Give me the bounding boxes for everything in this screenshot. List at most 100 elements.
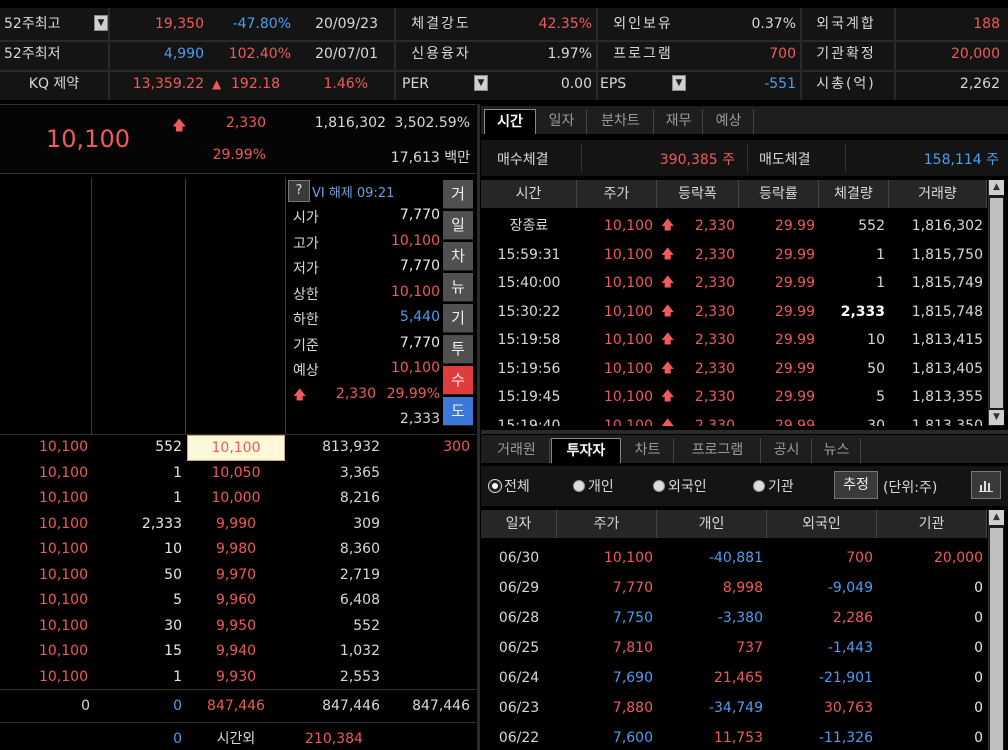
trade-price: 10,100 [39, 515, 88, 532]
info-value: 10,100 [391, 360, 440, 376]
trades-col-header: 시간 [481, 180, 577, 208]
investor-row: 06/29 7,770 8,998 -9,049 0 [481, 574, 987, 602]
help-button[interactable]: ? [288, 180, 310, 202]
info-label: 시가 [293, 210, 319, 226]
radio-option[interactable]: 개인 [573, 476, 614, 496]
tab-investor[interactable]: 공시 [762, 438, 812, 463]
tab-investor[interactable]: 뉴스 [813, 438, 861, 463]
radio-icon[interactable] [653, 480, 665, 492]
investor-date: 06/23 [498, 700, 540, 716]
side-tab[interactable]: 차 [443, 242, 473, 271]
bid-price[interactable]: 9,990 [187, 512, 285, 538]
dropdown-eps[interactable]: ▼ [672, 75, 686, 91]
trade-rate: 29.99 [774, 303, 815, 320]
trade-row: 15:40:00 10,100 🡅 2,330 29.99 1 1,815,749 [481, 269, 987, 297]
trade-row: 15:30:22 10,100 🡅 2,330 29.99 2,333 1,815,748 [481, 298, 987, 326]
investor-scrollbar[interactable]: ▲ [988, 510, 1004, 750]
scroll-up-button[interactable]: ▲ [989, 180, 1004, 195]
value-foreign-hold: 0.37% [751, 16, 796, 32]
investor-individual: 737 [736, 640, 763, 656]
bid-price[interactable]: 10,100 [187, 435, 285, 461]
trade-price: 10,100 [604, 417, 653, 426]
value-per: 0.00 [560, 76, 592, 92]
bid-price[interactable]: 10,000 [187, 486, 285, 512]
side-tab[interactable]: 도 [443, 397, 473, 426]
trade-price: 10,100 [39, 464, 88, 481]
trade-time: 15:30:22 [497, 303, 561, 320]
scroll-up-button[interactable]: ▲ [989, 510, 1004, 525]
radio-option[interactable]: 기관 [753, 476, 794, 496]
trade-volume: 1,813,415 [911, 332, 983, 348]
scroll-thumb[interactable] [990, 528, 1003, 750]
up-arrow-icon: 🡅 [172, 118, 187, 134]
trade-price: 10,100 [604, 389, 653, 405]
investor-individual: -3,380 [717, 610, 763, 626]
investor-row: 06/23 7,880 -34,749 30,763 0 [481, 694, 987, 722]
trade-time: 장종료 [509, 218, 549, 234]
value-sector-change: 192.18 [231, 76, 280, 92]
investor-individual: 11,753 [714, 730, 763, 746]
trades-scrollbar[interactable]: ▲ ▼ [988, 180, 1004, 426]
trade-row: 15:19:56 10,100 🡅 2,330 29.99 50 1,813,405 [481, 355, 987, 383]
trade-change: 2,330 [694, 332, 735, 348]
trade-amount: 17,613 백만 [390, 150, 470, 166]
trade-qty: 50 [164, 566, 182, 583]
radio-icon[interactable] [488, 479, 502, 493]
bid-price[interactable]: 9,960 [187, 588, 285, 614]
tab-trades[interactable]: 시간 [484, 109, 536, 134]
trade-price: 10,100 [604, 246, 653, 263]
trade-rate: 29.99 [774, 360, 815, 377]
side-tab[interactable]: 기 [443, 304, 473, 333]
trade-rate: 29.99 [774, 417, 815, 426]
tab-investor[interactable]: 프로그램 [675, 438, 761, 463]
tab-investor[interactable]: 차트 [622, 438, 674, 463]
tab-trades[interactable]: 분차트 [588, 109, 654, 134]
tab-trades[interactable]: 일자 [537, 109, 587, 134]
trades-col-header: 거래량 [889, 180, 987, 208]
scroll-thumb[interactable] [990, 198, 1003, 408]
orderbook-row: 10,100 1 9,930 2,553 [0, 665, 476, 691]
side-tab[interactable]: 일 [443, 211, 473, 240]
investor-institution: 0 [974, 580, 983, 596]
tab-investor[interactable]: 거래원 [484, 438, 550, 463]
radio-icon[interactable] [753, 480, 765, 492]
tab-trades[interactable]: 재무 [655, 109, 703, 134]
bid-price[interactable]: 9,930 [187, 665, 285, 691]
trade-time: 15:19:45 [497, 389, 561, 405]
trade-row: 15:19:40 10,100 🡅 2,330 29.99 30 1,813,350 [481, 412, 987, 426]
trade-change: 2,330 [694, 417, 735, 426]
investor-institution: 0 [974, 670, 983, 686]
side-tab[interactable]: 뉴 [443, 273, 473, 302]
investor-row: 06/25 7,810 737 -1,443 0 [481, 634, 987, 662]
side-tab[interactable]: 수 [443, 366, 473, 395]
bid-extra [384, 512, 470, 538]
bid-extra [384, 588, 470, 614]
radio-option[interactable]: 외국인 [653, 476, 707, 496]
side-tab[interactable]: 거 [443, 180, 473, 209]
label-52w-high: 52주최고 [4, 16, 61, 32]
investor-individual: 21,465 [714, 670, 763, 686]
investor-date: 06/22 [498, 730, 540, 746]
chart-icon[interactable] [971, 471, 1001, 499]
bid-price[interactable]: 9,950 [187, 614, 285, 640]
info-label: 상한 [293, 286, 319, 303]
bid-price[interactable]: 9,970 [187, 563, 285, 589]
trade-qty: 2,333 [840, 303, 885, 320]
info-label: 하한 [293, 312, 319, 328]
estimate-button[interactable]: 추정 [834, 471, 878, 499]
tab-trades[interactable]: 예상 [704, 109, 754, 134]
radio-icon[interactable] [573, 480, 585, 492]
trade-rate: 29.99 [774, 275, 815, 291]
tab-investor[interactable]: 투자자 [551, 438, 621, 463]
scroll-down-button[interactable]: ▼ [989, 410, 1004, 425]
after-hours-qty: 210,384 [305, 731, 363, 747]
dropdown-52w-high[interactable]: ▼ [94, 15, 108, 31]
dropdown-per[interactable]: ▼ [474, 75, 488, 91]
radio-option[interactable]: 전체 [488, 476, 530, 496]
label-credit: 신용융자 [411, 46, 471, 62]
bid-price[interactable]: 9,940 [187, 639, 285, 665]
bid-price[interactable]: 10,050 [187, 461, 285, 487]
trade-price: 10,100 [39, 592, 88, 608]
bid-price[interactable]: 9,980 [187, 537, 285, 563]
side-tab[interactable]: 투 [443, 335, 473, 364]
